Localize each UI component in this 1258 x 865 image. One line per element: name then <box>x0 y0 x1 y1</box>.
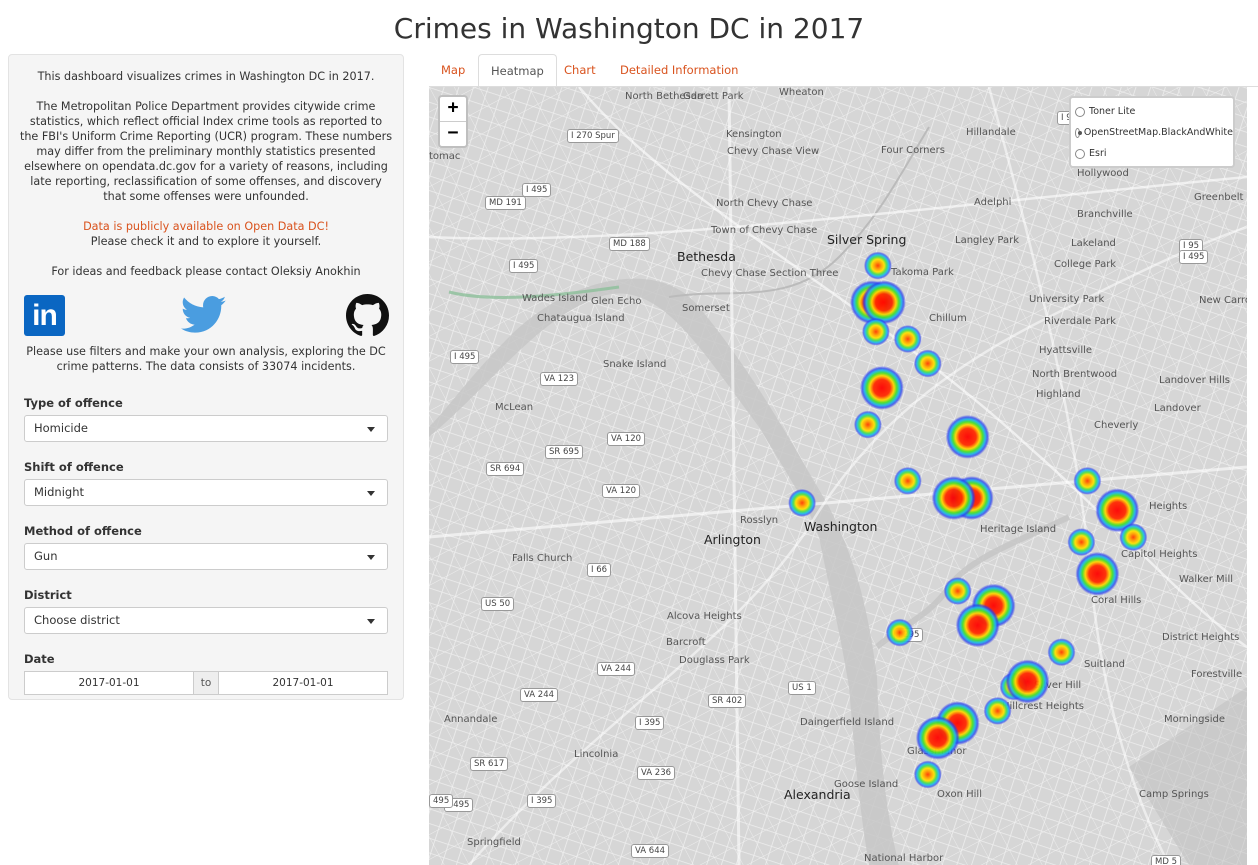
date-separator: to <box>194 671 218 695</box>
layer-option-osm-bw[interactable]: OpenStreetMap.BlackAndWhite <box>1075 125 1233 146</box>
district-select[interactable]: Choose district <box>24 607 388 634</box>
radio-icon[interactable] <box>1075 107 1085 117</box>
heat-spot <box>943 577 972 605</box>
tab-heatmap[interactable]: Heatmap <box>478 54 557 87</box>
zoom-in-button[interactable]: + <box>440 97 466 122</box>
data-check-text: Please check it and to explore it yourse… <box>90 235 322 248</box>
chevron-down-icon <box>367 491 375 496</box>
open-data-link[interactable]: Data is publicly available on Open Data … <box>83 220 329 233</box>
heat-spot <box>1067 528 1096 557</box>
layer-control: Toner Lite OpenStreetMap.BlackAndWhite E… <box>1069 96 1235 168</box>
filters: Type of offence Homicide Shift of offenc… <box>24 396 388 695</box>
chevron-down-icon <box>367 555 375 560</box>
filter-offence-type: Type of offence Homicide <box>24 396 388 442</box>
filter-label: Type of offence <box>24 396 123 410</box>
filter-shift: Shift of offence Midnight <box>24 460 388 506</box>
filter-district: District Choose district <box>24 588 388 634</box>
heat-spot <box>863 251 892 280</box>
heat-spot <box>861 280 906 325</box>
select-value: Choose district <box>34 613 120 627</box>
twitter-icon[interactable] <box>181 294 227 336</box>
social-links: in <box>9 294 403 342</box>
github-icon[interactable] <box>346 294 389 337</box>
select-value: Midnight <box>34 485 84 499</box>
zoom-control: + − <box>438 95 468 148</box>
filter-label: Date <box>24 652 55 666</box>
page-title: Crimes in Washington DC in 2017 <box>393 12 865 45</box>
heat-spot <box>1005 659 1050 704</box>
heat-spot <box>859 365 904 410</box>
sidebar-panel: This dashboard visualizes crimes in Wash… <box>8 54 404 700</box>
select-value: Homicide <box>34 421 88 435</box>
date-range: 2017-01-01 to 2017-01-01 <box>24 671 388 695</box>
layer-option-toner-lite[interactable]: Toner Lite <box>1075 104 1233 125</box>
tab-detailed-information[interactable]: Detailed Information <box>608 54 750 87</box>
radio-icon[interactable] <box>1075 149 1085 159</box>
heat-spot <box>893 466 922 495</box>
heat-spot <box>945 414 990 459</box>
heat-spot <box>1119 523 1148 552</box>
heat-spot <box>861 317 890 346</box>
heat-spot <box>853 410 882 439</box>
layer-label: Esri <box>1089 148 1107 159</box>
filter-label: District <box>24 588 72 602</box>
shift-select[interactable]: Midnight <box>24 479 388 506</box>
date-to-input[interactable]: 2017-01-01 <box>218 671 388 695</box>
zoom-out-button[interactable]: − <box>440 122 466 146</box>
layer-label: OpenStreetMap.BlackAndWhite <box>1083 127 1233 138</box>
filter-label: Method of offence <box>24 524 142 538</box>
linkedin-icon[interactable]: in <box>24 295 65 336</box>
heatmap-layer <box>788 251 1148 789</box>
heat-spot <box>885 618 914 647</box>
tab-bar: Map Heatmap Chart Detailed Information <box>429 54 1258 87</box>
contact-text: For ideas and feedback please contact Ol… <box>51 265 361 278</box>
chevron-down-icon <box>367 619 375 624</box>
date-from-input[interactable]: 2017-01-01 <box>24 671 194 695</box>
heat-spot <box>983 696 1012 725</box>
heat-spot <box>955 603 1000 648</box>
heat-spot <box>1047 638 1076 667</box>
heat-spot <box>931 476 976 520</box>
layer-label: Toner Lite <box>1089 106 1136 117</box>
chevron-down-icon <box>367 427 375 432</box>
layer-option-esri[interactable]: Esri <box>1075 146 1233 167</box>
filter-method: Method of offence Gun <box>24 524 388 570</box>
description-text: The Metropolitan Police Department provi… <box>19 100 393 203</box>
heat-spot <box>1073 466 1102 495</box>
tab-map[interactable]: Map <box>429 54 477 87</box>
filter-label: Shift of offence <box>24 460 124 474</box>
heat-spot <box>913 760 942 789</box>
heatmap-map[interactable]: Silver Spring Bethesda Washington Arlington… <box>429 87 1247 865</box>
tab-chart[interactable]: Chart <box>552 54 608 87</box>
method-select[interactable]: Gun <box>24 543 388 570</box>
filter-date: Date 2017-01-01 to 2017-01-01 <box>24 652 388 695</box>
heat-spot <box>893 325 922 353</box>
heat-spot <box>1075 551 1120 596</box>
intro-block: This dashboard visualizes crimes in Wash… <box>19 69 393 279</box>
heat-spot <box>915 715 960 760</box>
analysis-text: Please use filters and make your own ana… <box>26 345 386 373</box>
select-value: Gun <box>34 549 58 563</box>
offence-type-select[interactable]: Homicide <box>24 415 388 442</box>
heat-spot <box>913 349 942 378</box>
heat-spot <box>788 488 817 517</box>
intro-text: This dashboard visualizes crimes in Wash… <box>37 70 375 83</box>
radio-selected-icon[interactable] <box>1075 128 1082 138</box>
